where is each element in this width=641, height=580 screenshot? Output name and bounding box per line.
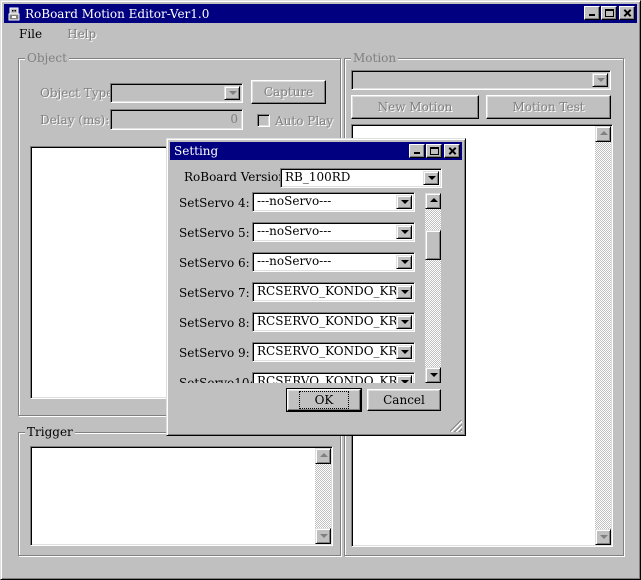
object-type-label: Object Type: (40, 86, 118, 100)
servo-value: RCSERVO_KONDO_KRS788 (257, 314, 399, 328)
servo-value: RCSERVO_KONDO_KRS788 (257, 344, 399, 358)
roboard-version-value: RB_100RD (285, 170, 351, 184)
servo-dropdown[interactable]: RCSERVO_KONDO_KRS788 (252, 342, 415, 362)
menu-file[interactable]: File (4, 27, 52, 41)
capture-button[interactable]: Capture (251, 80, 326, 104)
servo-label: SetServo 7: (179, 286, 250, 300)
close-button[interactable] (619, 6, 635, 20)
roboard-version-dropdown[interactable]: RB_100RD (280, 168, 442, 188)
servo-dropdown[interactable]: ---noServo--- (252, 192, 415, 212)
chevron-down-icon[interactable] (396, 375, 412, 383)
motion-select[interactable] (351, 70, 611, 90)
servo-dropdown[interactable]: RCSERVO_KONDO_KRS788 (252, 282, 415, 302)
roboard-version-label: RoBoard Version: (184, 170, 291, 184)
servo-label: SetServo10: (179, 376, 254, 383)
scroll-up-icon[interactable] (425, 193, 441, 209)
servo-row: SetServo 8: RCSERVO_KONDO_KRS788 (179, 312, 425, 332)
servo-label: SetServo 4: (179, 196, 250, 210)
servo-value: ---noServo--- (257, 224, 332, 238)
setting-dialog: Setting RoBoard Version: RB_100RD SetSer… (166, 138, 466, 436)
window-title: RoBoard Motion Editor-Ver1.0 (25, 6, 210, 21)
servo-value: ---noServo--- (257, 194, 332, 208)
cancel-button[interactable]: Cancel (367, 389, 441, 411)
chevron-down-icon[interactable] (592, 73, 608, 87)
servo-value: RCSERVO_KONDO_KRS788 (257, 284, 399, 298)
dialog-close-button[interactable] (444, 144, 460, 158)
chevron-down-icon[interactable] (396, 225, 412, 239)
scroll-down-icon[interactable] (595, 529, 611, 545)
servo-label: SetServo 8: (179, 316, 250, 330)
scroll-down-icon[interactable] (425, 367, 441, 383)
auto-play-checkbox[interactable] (257, 114, 270, 127)
title-bar[interactable]: RoBoard Motion Editor-Ver1.0 (4, 4, 637, 23)
dialog-title-bar[interactable]: Setting (170, 142, 462, 160)
delay-label: Delay (ms): (40, 113, 110, 127)
maximize-button[interactable] (601, 6, 617, 20)
servo-dropdown[interactable]: RCSERVO_KONDO_KRS788 (252, 372, 415, 383)
dialog-title: Setting (174, 144, 219, 158)
dialog-maximize-button[interactable] (426, 144, 442, 158)
menu-help[interactable]: Help (52, 27, 106, 41)
servo-list: SetServo 4: ---noServo--- SetServo 5: ---no… (179, 189, 425, 383)
minimize-button[interactable] (584, 6, 600, 20)
servo-dropdown[interactable]: RCSERVO_KONDO_KRS788 (252, 312, 415, 332)
scroll-thumb[interactable] (425, 230, 441, 260)
servo-dropdown[interactable]: ---noServo--- (252, 222, 415, 242)
motion-group-label: Motion (351, 51, 399, 65)
servo-row: SetServo10:RCSERVO_KONDO_KRS788 (179, 372, 425, 383)
delay-field[interactable]: 0 (110, 109, 243, 130)
motion-test-button[interactable]: Motion Test (486, 95, 611, 119)
servo-row: SetServo 5: ---noServo--- (179, 222, 425, 242)
chevron-down-icon[interactable] (396, 255, 412, 269)
robot-app-icon (7, 7, 21, 21)
object-group-label: Object (25, 51, 69, 65)
scroll-down-icon[interactable] (315, 528, 331, 544)
servo-scrollbar[interactable] (425, 193, 441, 383)
auto-play-label: Auto Play (275, 114, 334, 128)
servo-row: SetServo 7: RCSERVO_KONDO_KRS788 (179, 282, 425, 302)
ok-button[interactable]: OK (286, 388, 362, 412)
trigger-list[interactable] (30, 446, 333, 546)
new-motion-button[interactable]: New Motion (351, 95, 479, 119)
chevron-down-icon[interactable] (423, 171, 439, 185)
trigger-list-scrollbar[interactable] (315, 448, 331, 544)
delay-value: 0 (230, 112, 238, 126)
menu-bar: File Help (4, 24, 637, 44)
scroll-up-icon[interactable] (315, 448, 331, 464)
chevron-down-icon[interactable] (396, 345, 412, 359)
chevron-down-icon[interactable] (396, 195, 412, 209)
servo-row: SetServo 9: RCSERVO_KONDO_KRS788 (179, 342, 425, 362)
resize-grip-icon[interactable] (450, 420, 462, 432)
servo-label: SetServo 5: (179, 226, 250, 240)
servo-label: SetServo 9: (179, 346, 250, 360)
chevron-down-icon[interactable] (224, 86, 240, 100)
servo-label: SetServo 6: (179, 256, 250, 270)
object-type-dropdown[interactable] (110, 83, 243, 103)
servo-dropdown[interactable]: ---noServo--- (252, 252, 415, 272)
scroll-up-icon[interactable] (595, 126, 611, 142)
servo-value: ---noServo--- (257, 254, 332, 268)
servo-row: SetServo 6: ---noServo--- (179, 252, 425, 272)
servo-value: RCSERVO_KONDO_KRS788 (257, 374, 399, 383)
trigger-group-label: Trigger (25, 425, 75, 439)
object-list[interactable] (30, 146, 172, 399)
dialog-minimize-button[interactable] (409, 144, 425, 158)
ok-label: OK (298, 391, 350, 409)
servo-row: SetServo 4: ---noServo--- (179, 192, 425, 212)
chevron-down-icon[interactable] (396, 285, 412, 299)
motion-list-scrollbar[interactable] (595, 126, 611, 545)
chevron-down-icon[interactable] (396, 315, 412, 329)
